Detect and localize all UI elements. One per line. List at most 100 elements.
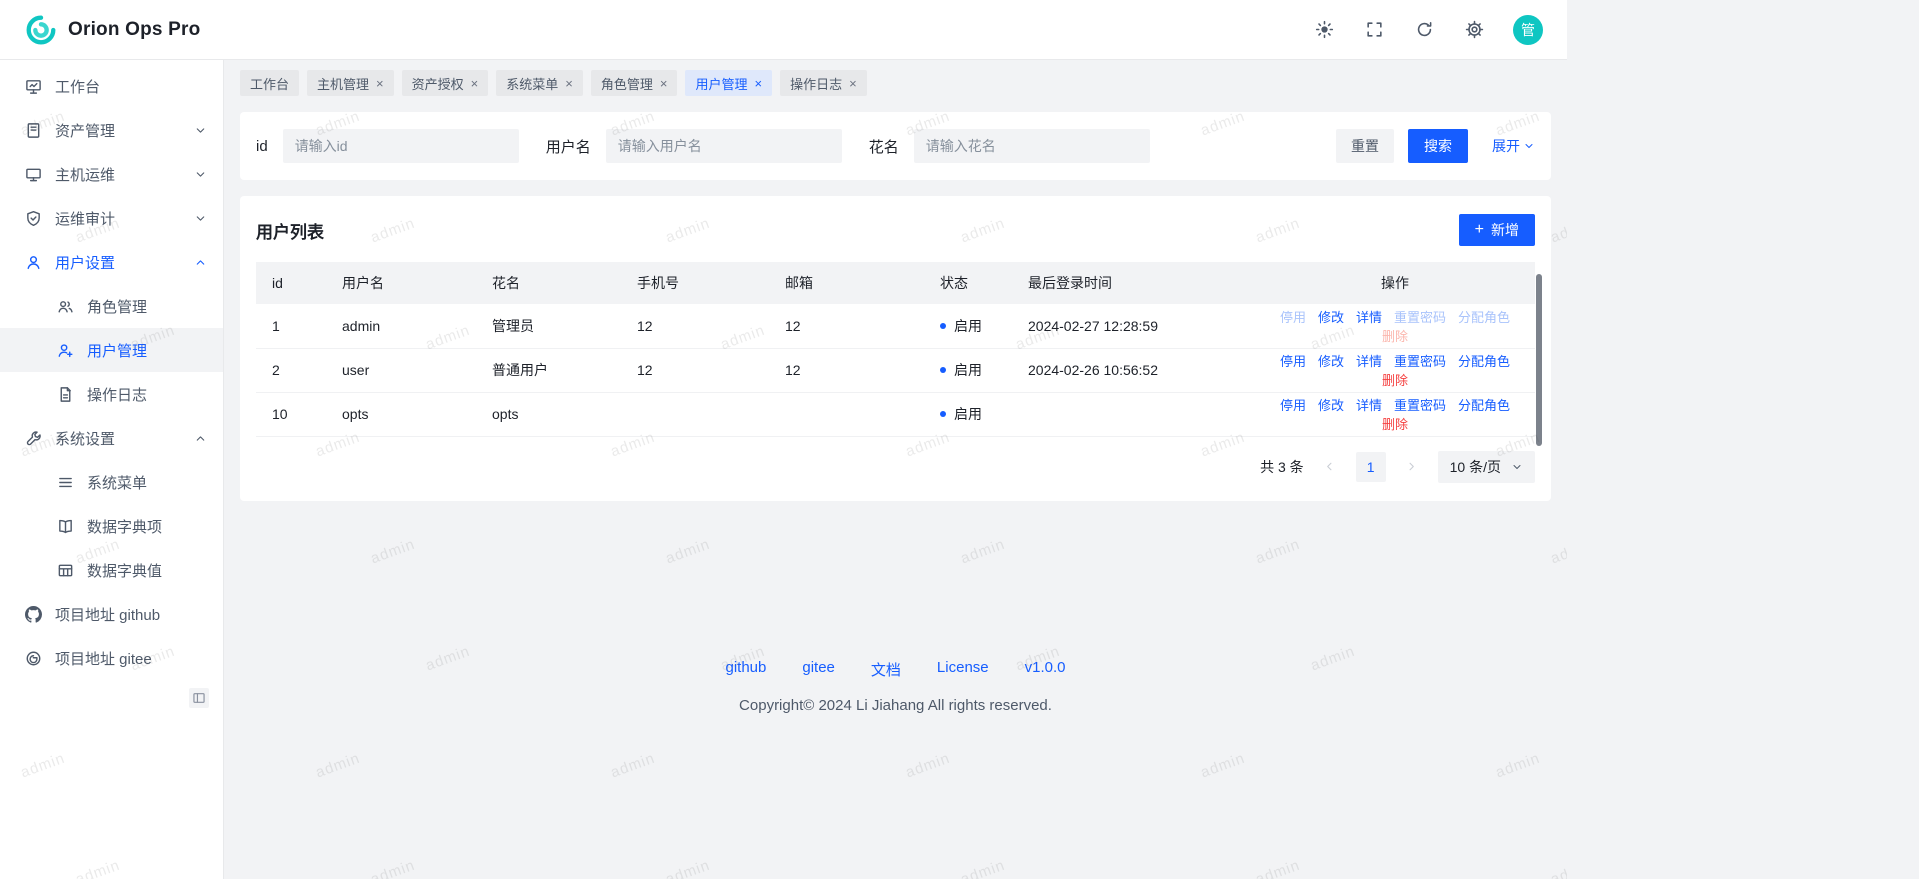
sidebar-item-asset[interactable]: 资产管理 — [0, 108, 223, 152]
edit-action[interactable]: 修改 — [1318, 398, 1344, 413]
cell-id: 1 — [256, 304, 326, 348]
tab-operation-log[interactable]: 操作日志 × — [780, 70, 867, 96]
close-icon[interactable]: × — [754, 77, 762, 90]
close-icon[interactable]: × — [660, 77, 668, 90]
reset-password-action[interactable]: 重置密码 — [1394, 398, 1446, 413]
delete-action[interactable]: 删除 — [1382, 373, 1408, 388]
cell-actions: 停用修改详情重置密码分配角色删除 — [1255, 304, 1535, 348]
close-icon[interactable]: × — [376, 77, 384, 90]
footer-link-version[interactable]: v1.0.0 — [1025, 659, 1066, 680]
chevron-up-icon — [194, 256, 207, 269]
delete-action[interactable]: 删除 — [1382, 417, 1408, 432]
brand-swirl-icon — [24, 13, 58, 47]
sidebar-item-gitee[interactable]: 项目地址 gitee — [0, 636, 223, 680]
tab-workbench[interactable]: 工作台 — [240, 70, 299, 96]
prev-page-icon[interactable] — [1318, 452, 1342, 482]
reset-button[interactable]: 重置 — [1336, 129, 1394, 163]
edit-action[interactable]: 修改 — [1318, 310, 1344, 325]
sidebar-item-label: 数据字典项 — [87, 516, 162, 537]
tab-user-manage[interactable]: 用户管理 × — [685, 70, 772, 96]
theme-icon[interactable] — [1313, 19, 1335, 41]
table-header-row: id 用户名 花名 手机号 邮箱 状态 最后登录时间 操作 — [256, 262, 1535, 304]
sidebar-item-workbench[interactable]: 工作台 — [0, 64, 223, 108]
asset-icon — [24, 121, 42, 139]
edit-action[interactable]: 修改 — [1318, 354, 1344, 369]
tab-label: 系统菜单 — [506, 74, 558, 93]
sidebar-item-role-manage[interactable]: 角色管理 — [0, 284, 223, 328]
status-label: 启用 — [954, 360, 982, 380]
expand-toggle[interactable]: 展开 — [1492, 136, 1535, 156]
refresh-icon[interactable] — [1413, 19, 1435, 41]
disable-action[interactable]: 停用 — [1280, 310, 1306, 325]
page-number[interactable]: 1 — [1356, 452, 1386, 482]
sidebar-item-system-settings[interactable]: 系统设置 — [0, 416, 223, 460]
sidebar-item-audit[interactable]: 运维审计 — [0, 196, 223, 240]
sidebar-item-label: 角色管理 — [87, 296, 147, 317]
nickname-input[interactable] — [914, 129, 1150, 163]
tab-host-manage[interactable]: 主机管理 × — [307, 70, 394, 96]
username-input[interactable] — [606, 129, 842, 163]
sidebar-item-github[interactable]: 项目地址 github — [0, 592, 223, 636]
fullscreen-icon[interactable] — [1363, 19, 1385, 41]
column-header-email: 邮箱 — [769, 262, 924, 304]
footer-link-docs[interactable]: 文档 — [871, 659, 901, 680]
cell-email: 12 — [769, 304, 924, 348]
sidebar-item-dict-value[interactable]: 数据字典值 — [0, 548, 223, 592]
search-panel: id 用户名 花名 重置 搜索 展开 — [240, 112, 1551, 180]
tab-role-manage[interactable]: 角色管理 × — [591, 70, 678, 96]
sidebar-item-operation-log[interactable]: 操作日志 — [0, 372, 223, 416]
column-header-username: 用户名 — [326, 262, 476, 304]
sidebar-item-label: 数据字典值 — [87, 560, 162, 581]
footer-link-license[interactable]: License — [937, 659, 989, 680]
tab-system-menu[interactable]: 系统菜单 × — [496, 70, 583, 96]
tab-label: 操作日志 — [790, 74, 842, 93]
operation-log-icon — [56, 385, 74, 403]
sidebar-collapse-icon[interactable] — [189, 688, 209, 708]
close-icon[interactable]: × — [565, 77, 573, 90]
sidebar-item-dict-item[interactable]: 数据字典项 — [0, 504, 223, 548]
cell-nickname: 管理员 — [476, 304, 621, 348]
cell-mobile: 12 — [621, 348, 769, 392]
sidebar-item-user-settings[interactable]: 用户设置 — [0, 240, 223, 284]
assign-role-action[interactable]: 分配角色 — [1458, 354, 1510, 369]
field-label: id — [256, 138, 268, 155]
footer-link-gitee[interactable]: gitee — [802, 659, 835, 680]
close-icon[interactable]: × — [849, 77, 857, 90]
footer-link-github[interactable]: github — [726, 659, 767, 680]
user-avatar[interactable]: 管 — [1513, 15, 1543, 45]
sidebar-item-label: 用户管理 — [87, 340, 147, 361]
sidebar-item-user-manage[interactable]: 用户管理 — [0, 328, 223, 372]
reset-password-action[interactable]: 重置密码 — [1394, 354, 1446, 369]
assign-role-action[interactable]: 分配角色 — [1458, 398, 1510, 413]
id-input[interactable] — [283, 129, 519, 163]
next-page-icon[interactable] — [1400, 452, 1424, 482]
detail-action[interactable]: 详情 — [1356, 398, 1382, 413]
app-body: 工作台 资产管理 主机运维 运维审计 用户设置 — [0, 60, 1567, 879]
add-user-button[interactable]: + 新增 — [1459, 214, 1535, 246]
delete-action[interactable]: 删除 — [1382, 329, 1408, 344]
panel-title: 用户列表 — [256, 218, 324, 243]
table-scrollbar[interactable] — [1536, 274, 1542, 446]
sidebar: 工作台 资产管理 主机运维 运维审计 用户设置 — [0, 60, 224, 879]
sidebar-item-label: 用户设置 — [55, 252, 115, 273]
page-size-select[interactable]: 10 条/页 — [1438, 451, 1535, 483]
column-header-actions: 操作 — [1255, 262, 1535, 304]
close-icon[interactable]: × — [471, 77, 479, 90]
settings-gear-icon[interactable] — [1463, 19, 1485, 41]
disable-action[interactable]: 停用 — [1280, 354, 1306, 369]
assign-role-action[interactable]: 分配角色 — [1458, 310, 1510, 325]
user-list-panel: 用户列表 + 新增 id 用户名 花名 — [240, 196, 1551, 501]
detail-action[interactable]: 详情 — [1356, 310, 1382, 325]
sidebar-item-system-menu[interactable]: 系统菜单 — [0, 460, 223, 504]
status-dot — [940, 367, 946, 373]
disable-action[interactable]: 停用 — [1280, 398, 1306, 413]
search-button[interactable]: 搜索 — [1408, 129, 1468, 163]
column-header-nickname: 花名 — [476, 262, 621, 304]
tab-asset-auth[interactable]: 资产授权 × — [402, 70, 489, 96]
detail-action[interactable]: 详情 — [1356, 354, 1382, 369]
status-dot — [940, 411, 946, 417]
reset-password-action[interactable]: 重置密码 — [1394, 310, 1446, 325]
sidebar-item-host[interactable]: 主机运维 — [0, 152, 223, 196]
column-header-last-login: 最后登录时间 — [1012, 262, 1255, 304]
tab-label: 工作台 — [250, 74, 289, 93]
